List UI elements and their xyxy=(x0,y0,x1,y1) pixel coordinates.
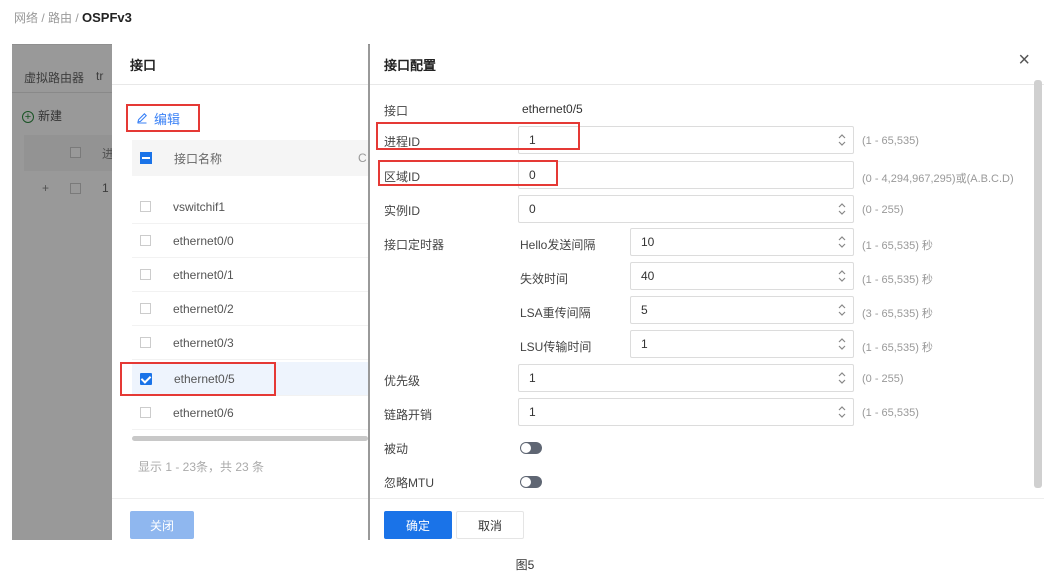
hello-interval-input[interactable]: 10 xyxy=(630,228,854,256)
interface-name: vswitchif1 xyxy=(173,199,226,214)
process-id-hint: (1 - 65,535) xyxy=(862,135,919,147)
instance-id-label: 实例ID xyxy=(384,204,421,218)
priority-input[interactable]: 1 xyxy=(518,364,854,392)
divider xyxy=(112,84,368,85)
dead-interval-input[interactable]: 40 xyxy=(630,262,854,290)
lsa-retransmit-input[interactable]: 5 xyxy=(630,296,854,324)
area-id-hint: (0 - 4,294,967,295)或(A.B.C.D) xyxy=(862,173,1014,185)
list-item[interactable]: ethernet0/2 xyxy=(132,292,368,326)
cost-value: 1 xyxy=(529,405,536,419)
timers-label: 接口定时器 xyxy=(384,238,445,252)
row-checkbox[interactable] xyxy=(140,337,151,348)
spinner-icon[interactable] xyxy=(837,232,847,252)
edit-button[interactable]: 编辑 xyxy=(126,104,200,132)
divider xyxy=(370,84,1044,85)
drawer-title: 接口配置 xyxy=(384,58,437,73)
interface-name: ethernet0/0 xyxy=(173,233,234,248)
cost-hint: (1 - 65,535) xyxy=(862,407,919,419)
edit-button-label: 编辑 xyxy=(154,111,181,127)
column-interface-name: 接口名称 xyxy=(174,151,223,166)
spinner-icon[interactable] xyxy=(837,199,847,219)
instance-id-value: 0 xyxy=(529,202,536,216)
spinner-icon[interactable] xyxy=(837,130,847,150)
interface-name: ethernet0/1 xyxy=(173,267,234,282)
selected-row-highlight xyxy=(120,362,276,396)
config-drawer-footer: 确定 取消 xyxy=(370,498,1044,540)
list-header: 接口名称 C xyxy=(132,140,368,176)
lsu-transmit-input[interactable]: 1 xyxy=(630,330,854,358)
hello-interval-value: 10 xyxy=(641,235,655,249)
passive-toggle[interactable] xyxy=(520,442,542,454)
horizontal-scrollbar[interactable] xyxy=(132,436,368,441)
interface-name: ethernet0/2 xyxy=(173,301,234,316)
lsa-retransmit-value: 5 xyxy=(641,303,648,317)
priority-label: 优先级 xyxy=(384,374,421,388)
breadcrumb-path: 网络 / 路由 / xyxy=(14,11,83,25)
confirm-button[interactable]: 确定 xyxy=(384,511,452,539)
row-checkbox[interactable] xyxy=(140,201,151,212)
column-partial: C xyxy=(358,151,367,165)
list-drawer-footer: 关闭 xyxy=(112,498,368,540)
instance-id-input[interactable]: 0 xyxy=(518,195,854,223)
area-id-highlight xyxy=(378,160,558,186)
select-all-checkbox[interactable] xyxy=(140,152,152,164)
drawer-title: 接口 xyxy=(130,58,157,73)
dead-interval-hint: (1 - 65,535) 秒 xyxy=(862,274,933,286)
figure-caption: 图5 xyxy=(515,558,535,572)
lsa-retransmit-hint: (3 - 65,535) 秒 xyxy=(862,308,933,320)
interface-config-drawer: 接口配置 × 接口 ethernet0/5 进程ID 1 (1 - 65,535… xyxy=(370,44,1044,540)
hello-interval-label: Hello发送间隔 xyxy=(520,238,596,252)
cost-label: 链路开销 xyxy=(384,408,433,422)
list-item[interactable]: ethernet0/1 xyxy=(132,258,368,292)
priority-hint: (0 - 255) xyxy=(862,373,904,385)
breadcrumb-current: OSPFv3 xyxy=(82,10,132,25)
pencil-icon xyxy=(137,113,147,124)
hello-interval-hint: (1 - 65,535) 秒 xyxy=(862,240,933,252)
instance-id-hint: (0 - 255) xyxy=(862,204,904,216)
interface-name: ethernet0/6 xyxy=(173,405,234,420)
dead-interval-value: 40 xyxy=(641,269,655,283)
interface-list-drawer: 接口 编辑 接口名称 C vswitchif1 ethernet0/0 ethe… xyxy=(112,44,368,540)
vertical-scrollbar[interactable] xyxy=(1034,80,1042,488)
breadcrumb: 网络 / 路由 / OSPFv3 xyxy=(14,9,132,26)
lsu-transmit-hint: (1 - 65,535) 秒 xyxy=(862,342,933,354)
spinner-icon[interactable] xyxy=(837,266,847,286)
list-item[interactable]: vswitchif1 xyxy=(132,190,368,224)
lsa-retransmit-label: LSA重传间隔 xyxy=(520,306,591,320)
row-checkbox[interactable] xyxy=(140,269,151,280)
priority-value: 1 xyxy=(529,371,536,385)
row-checkbox[interactable] xyxy=(140,235,151,246)
pagination-total: 显示 1 - 23条，共 23 条 xyxy=(138,460,265,474)
interface-label: 接口 xyxy=(384,104,409,118)
lsu-transmit-value: 1 xyxy=(641,337,648,351)
close-icon[interactable]: × xyxy=(1018,50,1030,70)
close-button[interactable]: 关闭 xyxy=(130,511,194,539)
cost-input[interactable]: 1 xyxy=(518,398,854,426)
passive-label: 被动 xyxy=(384,442,409,456)
process-id-highlight xyxy=(376,122,580,150)
spinner-icon[interactable] xyxy=(837,402,847,422)
spinner-icon[interactable] xyxy=(837,300,847,320)
interface-name: ethernet0/3 xyxy=(173,335,234,350)
row-checkbox[interactable] xyxy=(140,303,151,314)
list-item[interactable]: ethernet0/6 xyxy=(132,396,368,430)
row-checkbox[interactable] xyxy=(140,407,151,418)
list-item[interactable]: ethernet0/3 xyxy=(132,326,368,360)
lsu-transmit-label: LSU传输时间 xyxy=(520,340,592,354)
spinner-icon[interactable] xyxy=(837,334,847,354)
ignore-mtu-toggle[interactable] xyxy=(520,476,542,488)
ignore-mtu-label: 忽略MTU xyxy=(384,476,434,490)
dead-interval-label: 失效时间 xyxy=(520,272,569,286)
cancel-button[interactable]: 取消 xyxy=(456,511,524,539)
spinner-icon[interactable] xyxy=(837,368,847,388)
list-item[interactable]: ethernet0/0 xyxy=(132,224,368,258)
interface-value: ethernet0/5 xyxy=(522,102,583,116)
area-id-input[interactable]: 0 xyxy=(518,161,854,189)
